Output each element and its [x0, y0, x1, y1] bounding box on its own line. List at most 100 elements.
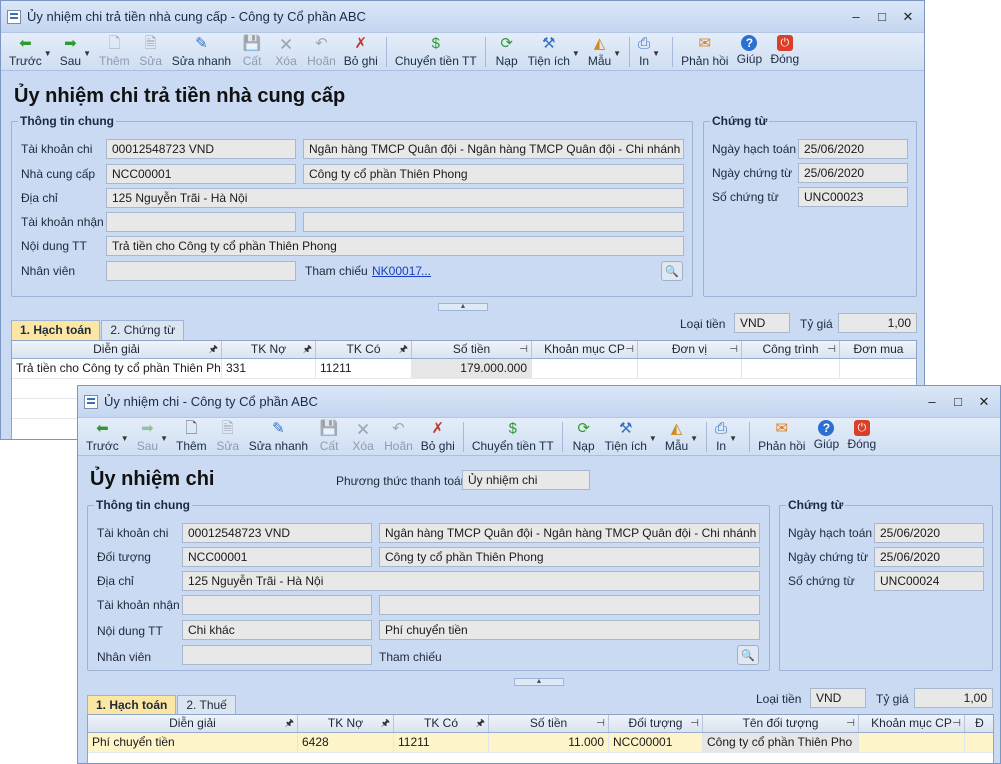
cell-expense-item[interactable] [532, 359, 638, 378]
voucher-no-field[interactable]: UNC00023 [798, 187, 908, 207]
voucher-date-field[interactable]: 25/06/2020 [798, 163, 908, 183]
reference-more-link[interactable]: ... [421, 264, 431, 278]
maximize-icon[interactable]: □ [876, 9, 888, 25]
help-button[interactable]: ? Giúp [732, 35, 766, 67]
currency-field[interactable]: VND [734, 313, 790, 333]
table-row[interactable]: Phí chuyển tiền 6428 11211 11.000 NCC000… [88, 733, 993, 753]
chevron-down-icon[interactable]: ▼ [652, 49, 660, 58]
tab-tax[interactable]: 2. Thuế [177, 695, 236, 715]
receive-bank-field[interactable] [303, 212, 684, 232]
tab-documents[interactable]: 2. Chứng từ [101, 320, 185, 340]
receive-account-field[interactable] [182, 595, 372, 615]
cell-description[interactable]: Trả tiền cho Công ty cổ phần Thiên Pho [12, 359, 222, 378]
col-header[interactable]: Đơn vị ⊣ [638, 341, 742, 358]
rate-field[interactable]: 1,00 [914, 688, 993, 708]
close-button[interactable]: ⏻ Đóng [766, 35, 803, 67]
col-header[interactable]: Đối tượng ⊣ [609, 715, 703, 732]
cell-project[interactable] [742, 359, 840, 378]
col-header[interactable]: TK Nợ 🖈 [222, 341, 316, 358]
col-header[interactable]: Số tiền ⊣ [489, 715, 609, 732]
payment-method-field[interactable]: Ủy nhiệm chi [462, 470, 590, 490]
cell-amount[interactable]: 11.000 [489, 733, 609, 752]
col-header[interactable]: Khoản mục CP ⊣ [859, 715, 965, 732]
print-button[interactable]: ⎙ In ▼ [711, 420, 745, 454]
transfer-button[interactable]: $ Chuyển tiền TT [391, 35, 481, 69]
currency-field[interactable]: VND [810, 688, 866, 708]
cell-description[interactable]: Phí chuyển tiền [88, 733, 298, 752]
cell-amount[interactable]: 179.000.000 [412, 359, 532, 378]
help-button[interactable]: ? Giúp [809, 420, 843, 452]
tab-accounting[interactable]: 1. Hạch toán [87, 695, 177, 715]
cell-expense-item[interactable] [859, 733, 965, 752]
col-header[interactable]: Công trình ⊣ [742, 341, 840, 358]
chevron-down-icon[interactable]: ▼ [729, 434, 737, 443]
cell-object[interactable]: NCC00001 [609, 733, 703, 752]
bank-field[interactable]: Ngân hàng TMCP Quân đội - Ngân hàng TMCP… [303, 139, 684, 159]
address-field[interactable]: 125 Nguyễn Trãi - Hà Nội [182, 571, 760, 591]
chevron-down-icon[interactable]: ▼ [690, 434, 698, 443]
chevron-down-icon[interactable]: ▼ [44, 49, 52, 58]
chevron-down-icon[interactable]: ▼ [83, 49, 91, 58]
account-field[interactable]: 00012548723 VND [182, 523, 372, 543]
table-row[interactable] [88, 753, 993, 763]
content-detail-field[interactable]: Phí chuyển tiền [379, 620, 760, 640]
col-header[interactable]: Đ [965, 715, 993, 732]
reference-link[interactable]: NK00017 [372, 264, 422, 278]
close-window-icon[interactable]: ✕ [978, 394, 990, 410]
edit-button[interactable]: 🗎 Sửa [134, 35, 168, 69]
add-button[interactable]: 🗋 Thêm [95, 35, 134, 69]
prev-button[interactable]: ⬅ Trước ▼ [5, 35, 56, 69]
chevron-down-icon[interactable]: ▼ [121, 434, 129, 443]
voucher-no-field[interactable]: UNC00024 [874, 571, 984, 591]
feedback-button[interactable]: ✉ Phản hồi [754, 420, 809, 454]
unpost-button[interactable]: ✗ Bỏ ghi [417, 420, 459, 454]
staff-field[interactable] [182, 645, 372, 665]
content-field[interactable]: Trả tiền cho Công ty cổ phần Thiên Phong [106, 236, 684, 256]
col-header[interactable]: Tên đối tượng ⊣ [703, 715, 859, 732]
minimize-icon[interactable]: ‒ [850, 9, 862, 25]
cell-debit[interactable]: 331 [222, 359, 316, 378]
col-header[interactable]: TK Có 🖈 [316, 341, 412, 358]
object-code-field[interactable]: NCC00001 [182, 547, 372, 567]
feedback-button[interactable]: ✉ Phản hồi [677, 35, 732, 69]
cell-credit[interactable]: 11211 [394, 733, 489, 752]
quick-edit-button[interactable]: ✎ Sửa nhanh [168, 35, 235, 69]
chevron-down-icon[interactable]: ▼ [160, 434, 168, 443]
collapse-splitter[interactable]: ▲ [438, 303, 488, 311]
voucher-date-field[interactable]: 25/06/2020 [874, 547, 984, 567]
receive-account-field[interactable] [106, 212, 296, 232]
delete-button[interactable]: 🗙 Xóa [346, 420, 380, 454]
unpost-button[interactable]: ✗ Bỏ ghi [340, 35, 382, 69]
content-field[interactable]: Chi khác [182, 620, 372, 640]
col-header[interactable]: Diễn giải 🖈 [88, 715, 298, 732]
supplier-name-field[interactable]: Công ty cổ phần Thiên Phong [303, 164, 684, 184]
col-header[interactable]: Khoản mục CP ⊣ [532, 341, 638, 358]
cell-object-name[interactable]: Công ty cổ phần Thiên Pho [703, 733, 859, 752]
utilities-button[interactable]: ⚒ Tiện ích ▼ [524, 35, 584, 69]
cell-purchase-order[interactable] [840, 359, 916, 378]
cell-extra[interactable] [965, 733, 993, 752]
supplier-code-field[interactable]: NCC00001 [106, 164, 296, 184]
reload-button[interactable]: ⟳ Nạp [490, 35, 524, 69]
utilities-button[interactable]: ⚒ Tiện ích ▼ [601, 420, 661, 454]
search-reference-icon[interactable]: 🔍 [661, 261, 683, 281]
col-header[interactable]: Đơn mua [840, 341, 916, 358]
tab-accounting[interactable]: 1. Hạch toán [11, 320, 101, 340]
rate-field[interactable]: 1,00 [838, 313, 917, 333]
staff-field[interactable] [106, 261, 296, 281]
collapse-splitter[interactable]: ▲ [514, 678, 564, 686]
maximize-icon[interactable]: □ [952, 394, 964, 410]
template-button[interactable]: ◭ Mẫu ▼ [661, 420, 702, 454]
close-window-icon[interactable]: ✕ [902, 9, 914, 25]
post-date-field[interactable]: 25/06/2020 [874, 523, 984, 543]
add-button[interactable]: 🗋 Thêm [172, 420, 211, 454]
next-button[interactable]: ➡ Sau ▼ [56, 35, 95, 69]
col-header[interactable]: Diễn giải 🖈 [12, 341, 222, 358]
quick-edit-button[interactable]: ✎ Sửa nhanh [245, 420, 312, 454]
print-button[interactable]: ⎙ In ▼ [634, 35, 668, 69]
col-header[interactable]: TK Nợ 🖈 [298, 715, 394, 732]
reload-button[interactable]: ⟳ Nạp [567, 420, 601, 454]
edit-button[interactable]: 🗎 Sửa [211, 420, 245, 454]
delete-button[interactable]: 🗙 Xóa [269, 35, 303, 69]
receive-bank-field[interactable] [379, 595, 760, 615]
